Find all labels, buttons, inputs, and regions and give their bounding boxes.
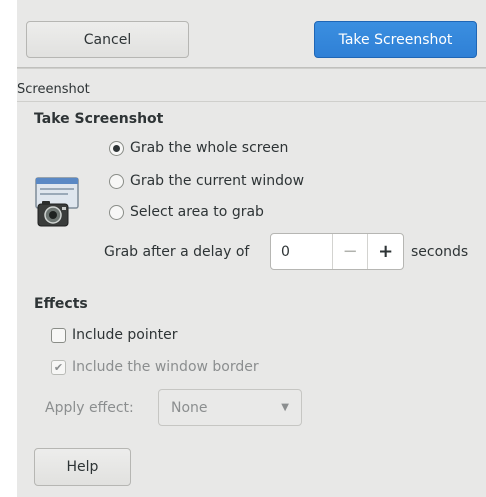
take-screenshot-button[interactable]: Take Screenshot <box>314 21 477 58</box>
radio-unselected-icon[interactable] <box>109 173 124 189</box>
take-screenshot-heading: Take Screenshot <box>34 111 164 127</box>
breadcrumb: Screenshot <box>17 82 90 97</box>
divider <box>17 68 486 69</box>
radio-selected-icon[interactable] <box>109 140 124 156</box>
apply-effect-dropdown[interactable]: None ▼ <box>158 389 302 426</box>
header-bar: Cancel Take Screenshot <box>17 0 486 68</box>
plus-icon: + <box>378 241 394 262</box>
include-border-checkbox[interactable]: ✔ Include the window border <box>51 359 259 375</box>
radio-label: Select area to grab <box>130 204 264 220</box>
apply-effect-label: Apply effect: <box>45 400 134 416</box>
radio-label: Grab the current window <box>130 173 305 189</box>
content-area <box>17 68 486 497</box>
effects-heading: Effects <box>34 296 88 312</box>
help-button[interactable]: Help <box>34 448 131 486</box>
minus-icon: − <box>342 241 358 262</box>
cancel-button[interactable]: Cancel <box>26 21 189 58</box>
delay-spinner[interactable]: 0 − + <box>270 233 404 270</box>
dropdown-value: None <box>171 399 208 416</box>
screenshot-camera-icon <box>35 177 79 227</box>
increment-button[interactable]: + <box>367 234 403 269</box>
radio-unselected-icon[interactable] <box>109 204 124 220</box>
checkbox-label: Include pointer <box>72 327 178 343</box>
radio-label: Grab the whole screen <box>130 140 289 156</box>
delay-label: Grab after a delay of <box>104 244 250 260</box>
checkbox-label: Include the window border <box>72 359 259 375</box>
divider <box>17 101 486 102</box>
delay-unit-label: seconds <box>411 244 469 260</box>
checkbox-unchecked-icon[interactable] <box>51 327 66 343</box>
decrement-button[interactable]: − <box>331 234 368 269</box>
radio-whole-screen[interactable]: Grab the whole screen <box>109 140 288 156</box>
include-pointer-checkbox[interactable]: Include pointer <box>51 327 178 343</box>
delay-input[interactable]: 0 <box>271 234 332 269</box>
radio-current-window[interactable]: Grab the current window <box>109 173 304 189</box>
chevron-down-icon: ▼ <box>281 402 289 413</box>
checkmark-icon[interactable]: ✔ <box>51 359 66 375</box>
radio-select-area[interactable]: Select area to grab <box>109 204 264 220</box>
